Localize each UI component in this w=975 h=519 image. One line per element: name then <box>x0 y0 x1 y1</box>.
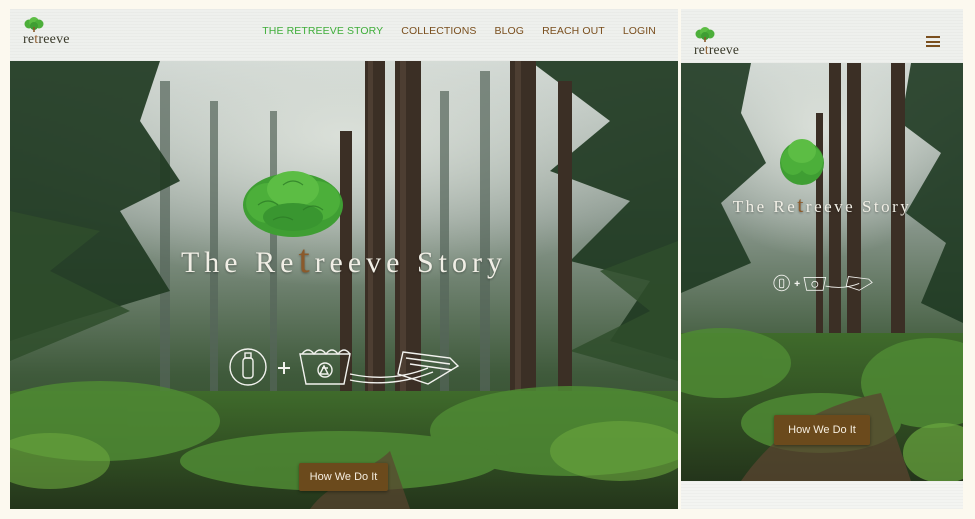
process-illustration <box>229 348 460 386</box>
bottle-icon <box>773 274 790 292</box>
hamburger-menu-icon[interactable] <box>926 36 940 47</box>
nav-link-retreeve-story[interactable]: THE RETREEVE STORY <box>262 25 383 37</box>
bottle-icon <box>229 348 267 386</box>
tree-logo-icon <box>695 27 715 42</box>
desktop-view: retreeve THE RETREEVE STORY COLLECTIONS … <box>10 9 678 509</box>
hero-title: The Retreeve Story <box>732 192 912 217</box>
how-we-do-it-button[interactable]: How We Do It <box>774 415 870 445</box>
tree-logo-icon <box>24 17 44 32</box>
mobile-footer-strip <box>681 481 963 509</box>
hero-section: The Retreeve Story How We Do It <box>10 61 678 509</box>
forest-background-image <box>10 61 678 509</box>
logo-wordmark: retreeve <box>23 32 70 47</box>
how-we-do-it-button[interactable]: How We Do It <box>299 463 388 491</box>
mobile-navbar: retreeve <box>681 9 963 63</box>
mobile-view: retreeve The Retreeve Story How We Do It <box>681 9 963 509</box>
nav-link-blog[interactable]: BLOG <box>494 25 524 37</box>
top-navbar: retreeve THE RETREEVE STORY COLLECTIONS … <box>10 9 678 61</box>
nav-links: THE RETREEVE STORY COLLECTIONS BLOG REAC… <box>262 25 656 37</box>
brand-logo-mobile[interactable]: retreeve <box>694 27 739 58</box>
plus-icon <box>278 362 290 374</box>
mobile-hero-section: The Retreeve Story How We Do It <box>681 63 963 481</box>
recycle-bin-icon <box>803 276 827 291</box>
brand-logo[interactable]: retreeve <box>23 17 70 48</box>
process-illustration <box>773 274 873 292</box>
folded-fabric-icon <box>825 276 873 291</box>
nav-link-reach-out[interactable]: REACH OUT <box>542 25 605 37</box>
recycle-bin-icon <box>299 349 351 385</box>
nav-link-login[interactable]: LOGIN <box>623 25 656 37</box>
hero-title: The Retreeve Story <box>180 236 508 281</box>
folded-fabric-icon <box>349 351 460 385</box>
logo-wordmark: retreeve <box>694 42 740 57</box>
plus-icon <box>794 280 800 287</box>
nav-link-collections[interactable]: COLLECTIONS <box>401 25 476 37</box>
